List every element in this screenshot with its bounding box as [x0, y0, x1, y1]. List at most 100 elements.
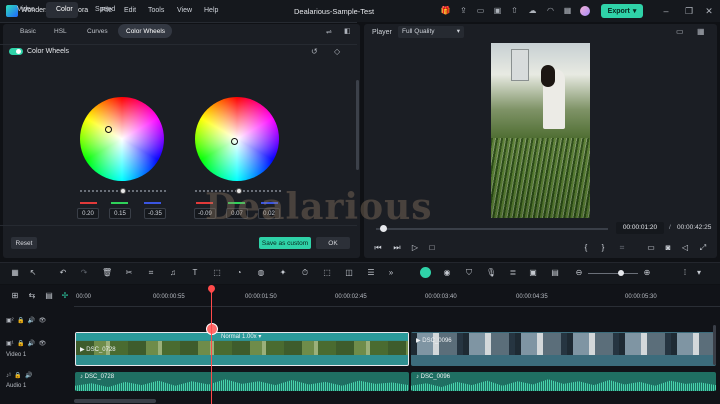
subtab-color-wheels[interactable]: Color Wheels — [126, 28, 165, 35]
grid-view-icon[interactable]: ▦ — [697, 27, 705, 36]
current-time[interactable]: 00:00:01:20 — [616, 222, 664, 234]
upload-icon[interactable]: ⇧ — [509, 6, 520, 16]
speed-icon[interactable]: ◔ — [234, 268, 244, 278]
video-preview[interactable] — [491, 43, 590, 218]
add-track-icon[interactable]: ⊞ — [10, 291, 20, 301]
text-icon[interactable]: T — [190, 268, 200, 278]
image-icon[interactable]: ▤ — [550, 268, 560, 278]
transform-icon[interactable]: ⬚ — [322, 268, 332, 278]
timeline-vscrollbar[interactable] — [713, 325, 716, 365]
redo-icon[interactable]: ↷ — [79, 268, 89, 278]
audio-track-icons[interactable]: ♪¹ 🔒 🔊 — [6, 372, 33, 379]
zoom-slider[interactable] — [588, 273, 638, 274]
volume-icon[interactable]: ◁ — [680, 243, 690, 252]
restore-icon[interactable]: ❐ — [683, 5, 695, 17]
mark-in-icon[interactable]: { — [581, 243, 591, 252]
previous-frame-icon[interactable]: ⏮ — [373, 243, 383, 253]
track-1-icons[interactable]: ▣¹ 🔒 🔊 👁 — [6, 340, 46, 347]
tab-video[interactable]: Video — [17, 6, 35, 13]
reset-section-icon[interactable]: ↺ — [311, 47, 318, 56]
select-tool-icon[interactable]: ↖ — [28, 268, 38, 278]
luminance-slider-1-knob[interactable] — [120, 188, 126, 194]
color-tool-icon[interactable]: ◍ — [256, 268, 266, 278]
split-marker-icon[interactable] — [206, 323, 218, 335]
ai-tool-icon[interactable]: ✦ — [278, 268, 288, 278]
tab-speed[interactable]: Speed — [95, 6, 115, 13]
link-icon[interactable]: ⇆ — [27, 291, 37, 301]
subtab-curves[interactable]: Curves — [87, 28, 108, 35]
more-tools-icon[interactable]: » — [386, 268, 396, 278]
crop-tool-icon[interactable]: ⌗ — [146, 268, 156, 278]
quality-select[interactable]: Full Quality ▾ — [398, 26, 464, 38]
picture-icon[interactable]: ▣ — [528, 268, 538, 278]
adjust-icon[interactable]: ☰ — [366, 268, 376, 278]
display-icon[interactable]: ▭ — [646, 243, 656, 252]
playhead-line[interactable] — [211, 289, 212, 404]
ok-button[interactable]: OK — [316, 237, 350, 249]
keyframe-icon[interactable]: ◇ — [334, 47, 340, 56]
playback-progress[interactable] — [376, 228, 608, 230]
render-icon[interactable] — [420, 267, 431, 278]
track-manager-icon[interactable]: ▤ — [44, 291, 54, 301]
shield-icon[interactable]: ⛉ — [464, 268, 474, 278]
screen-icon[interactable]: ▣ — [492, 6, 503, 16]
grid-options-icon[interactable]: ⁞ — [680, 268, 690, 278]
snap-icon[interactable]: ✢ — [60, 291, 70, 301]
snapshot-view-icon[interactable]: ▭ — [676, 27, 684, 36]
crop-icon[interactable]: ⌗ — [617, 243, 627, 253]
compare-icon[interactable]: ⇌ — [326, 28, 332, 36]
menu-help[interactable]: Help — [204, 7, 218, 14]
audio-tool-icon[interactable]: ♫ — [168, 268, 178, 278]
mark-out-icon[interactable]: } — [598, 243, 608, 252]
share-icon[interactable]: ⇪ — [458, 6, 469, 16]
wheel-1-green-value[interactable]: 0.15 — [109, 208, 131, 219]
close-icon[interactable]: ✕ — [703, 5, 715, 17]
delete-icon[interactable]: 🗑 — [102, 268, 112, 278]
zoom-in-icon[interactable]: ⊕ — [642, 268, 652, 278]
wheel-1-blue-value[interactable]: -0.35 — [144, 208, 166, 219]
camera-icon[interactable]: ◙ — [663, 243, 673, 252]
menu-view[interactable]: View — [177, 7, 192, 14]
gift-icon[interactable]: 🎁 — [440, 6, 451, 16]
step-forward-icon[interactable]: ⏭ — [392, 243, 402, 253]
subtab-hsl[interactable]: HSL — [54, 28, 67, 35]
layout-icon[interactable]: ▭ — [475, 6, 486, 16]
grid-icon[interactable]: ▦ — [562, 6, 573, 16]
wheel-1-red-value[interactable]: 0.20 — [77, 208, 99, 219]
zoom-slider-knob[interactable] — [618, 270, 624, 276]
reset-button[interactable]: Reset — [11, 237, 37, 249]
timer-icon[interactable]: ⏱ — [300, 268, 310, 278]
avatar[interactable] — [580, 6, 590, 16]
clip-speed-label[interactable]: Normal 1.00x ▾ — [221, 333, 261, 340]
crop-zoom-icon[interactable]: ⬚ — [212, 268, 222, 278]
split-view-icon[interactable]: ◧ — [344, 27, 351, 35]
play-icon[interactable]: ▷ — [410, 243, 420, 252]
audio-clip-1[interactable] — [75, 372, 409, 391]
tab-color[interactable]: Color — [56, 6, 73, 13]
export-button[interactable]: Export ▾ — [601, 4, 643, 18]
list-icon[interactable]: ≣ — [508, 268, 518, 278]
cloud-icon[interactable]: ☁ — [527, 6, 538, 16]
menu-edit[interactable]: Edit — [124, 7, 136, 14]
undo-icon[interactable]: ↶ — [58, 268, 68, 278]
color-wheel-1-handle[interactable] — [105, 126, 112, 133]
fullscreen-icon[interactable]: ⤢ — [698, 243, 708, 253]
timeline-scrollbar[interactable] — [74, 399, 156, 403]
subtab-basic[interactable]: Basic — [20, 28, 36, 35]
minimize-icon[interactable]: – — [660, 5, 672, 17]
stabilize-icon[interactable]: ◫ — [344, 268, 354, 278]
track-2-icons[interactable]: ▣² 🔒 🔊 👁 — [6, 317, 46, 324]
headset-icon[interactable]: ◠ — [545, 6, 556, 16]
layout-grid-icon[interactable]: ▦ — [10, 268, 20, 278]
record-icon[interactable]: ◉ — [442, 268, 452, 278]
color-wheel-2-handle[interactable] — [231, 138, 238, 145]
panel-scrollbar[interactable] — [356, 80, 359, 170]
color-wheel-1[interactable] — [80, 97, 164, 181]
menu-tools[interactable]: Tools — [148, 7, 164, 14]
split-icon[interactable]: ✂ — [124, 268, 134, 278]
save-as-custom-button[interactable]: Save as custom — [259, 237, 311, 249]
audio-clip-2[interactable] — [411, 372, 716, 391]
chevron-down-icon[interactable]: ▾ — [694, 268, 704, 278]
zoom-out-icon[interactable]: ⊖ — [574, 268, 584, 278]
stop-icon[interactable]: □ — [427, 243, 437, 252]
